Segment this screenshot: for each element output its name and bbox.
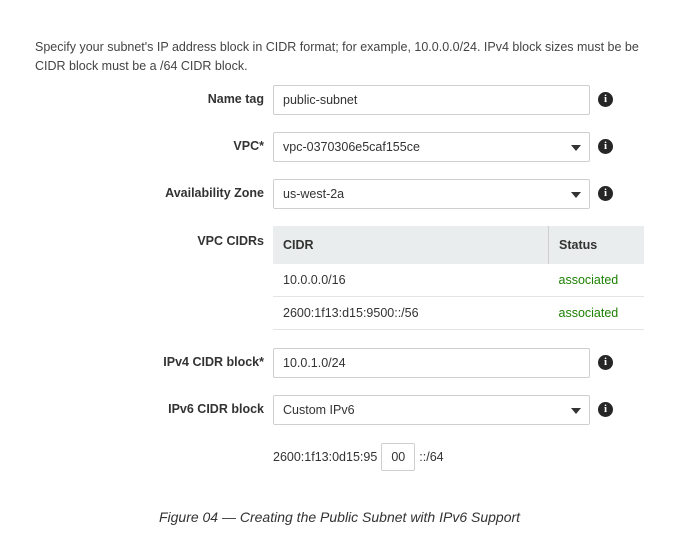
- ipv4-cidr-input[interactable]: 10.0.1.0/24: [273, 348, 590, 378]
- table-row: 10.0.0.0/16 associated: [273, 264, 644, 297]
- vpc-cidrs-label: VPC CIDRs: [197, 234, 264, 248]
- chevron-down-icon: [571, 408, 581, 414]
- cidr-cell: 2600:1f13:d15:9500::/56: [273, 296, 549, 330]
- status-cell: associated: [548, 296, 644, 330]
- intro-line-2: CIDR block must be a /64 CIDR block.: [35, 59, 248, 73]
- intro-text: Specify your subnet's IP address block i…: [35, 38, 675, 76]
- intro-line-1: Specify your subnet's IP address block i…: [35, 40, 639, 54]
- availability-zone-select[interactable]: us-west-2a: [273, 179, 590, 209]
- ipv6-cidr-label: IPv6 CIDR block: [168, 402, 264, 416]
- info-icon[interactable]: i: [598, 139, 613, 154]
- ipv4-cidr-value: 10.0.1.0/24: [283, 356, 346, 370]
- ipv6-cidr-value: Custom IPv6: [283, 403, 355, 417]
- chevron-down-icon: [571, 192, 581, 198]
- info-icon[interactable]: i: [598, 92, 613, 107]
- vpc-select[interactable]: vpc-0370306e5caf155ce: [273, 132, 590, 162]
- vpc-cidrs-table: CIDR Status 10.0.0.0/16 associated 2600:…: [273, 226, 644, 330]
- info-icon[interactable]: i: [598, 402, 613, 417]
- ipv6-prefix: 2600:1f13:0d15:95: [273, 450, 378, 464]
- vpc-label: VPC*: [233, 139, 264, 153]
- table-row: 2600:1f13:d15:9500::/56 associated: [273, 296, 644, 330]
- ipv6-custom-block: 2600:1f13:0d15:95 00 ::/64: [273, 442, 444, 472]
- info-icon[interactable]: i: [598, 186, 613, 201]
- ipv4-cidr-label: IPv4 CIDR block*: [163, 355, 264, 369]
- info-icon[interactable]: i: [598, 355, 613, 370]
- column-header-cidr: CIDR: [273, 226, 549, 264]
- table-header-row: CIDR Status: [273, 226, 644, 264]
- vpc-value: vpc-0370306e5caf155ce: [283, 140, 420, 154]
- ipv6-suffix: ::/64: [419, 450, 444, 464]
- cidr-cell: 10.0.0.0/16: [273, 264, 549, 297]
- name-tag-label: Name tag: [207, 92, 264, 106]
- availability-zone-label: Availability Zone: [165, 186, 264, 200]
- ipv6-octet-input[interactable]: 00: [381, 443, 416, 471]
- name-tag-value: public-subnet: [283, 93, 358, 107]
- chevron-down-icon: [571, 145, 581, 151]
- name-tag-input[interactable]: public-subnet: [273, 85, 590, 115]
- status-cell: associated: [548, 264, 644, 297]
- column-header-status: Status: [548, 226, 644, 264]
- figure-caption: Figure 04 — Creating the Public Subnet w…: [158, 509, 521, 525]
- availability-zone-value: us-west-2a: [283, 187, 345, 201]
- ipv6-cidr-select[interactable]: Custom IPv6: [273, 395, 590, 425]
